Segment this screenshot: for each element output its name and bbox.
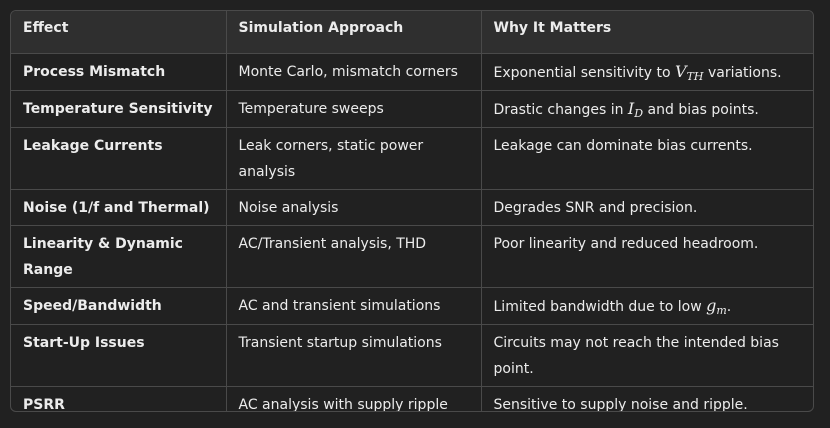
cell-why: Sensitive to supply noise and ripple.: [493, 397, 748, 412]
table-row: Speed/Bandwidth AC and transient simulat…: [11, 287, 813, 325]
cell-approach: Temperature sweeps: [226, 90, 482, 128]
math-subscript: D: [634, 107, 644, 120]
why-text-post: .: [726, 299, 732, 315]
math-base: g: [706, 296, 717, 315]
cell-why: Limited bandwidth due to low gm.: [481, 287, 813, 325]
cell-effect: PSRR: [11, 386, 227, 411]
table-header-row: Effect Simulation Approach Why It Matter…: [11, 11, 813, 54]
cell-approach: AC and transient simulations: [226, 287, 482, 325]
cell-effect: Speed/Bandwidth: [11, 287, 227, 325]
cell-approach: Monte Carlo, mismatch corners: [226, 53, 482, 91]
cell-why: Degrades SNR and precision.: [481, 189, 813, 226]
header-simulation-approach: Simulation Approach: [226, 11, 482, 54]
table-container: Effect Simulation Approach Why It Matter…: [10, 10, 814, 412]
cell-approach: AC analysis with supply ripple: [226, 386, 482, 411]
cell-why: Leakage can dominate bias currents.: [481, 127, 813, 190]
math-subscript: m: [716, 304, 727, 317]
header-why-it-matters: Why It Matters: [481, 11, 813, 54]
why-text-post: variations.: [703, 65, 782, 81]
table-row: Temperature Sensitivity Temperature swee…: [11, 90, 813, 128]
math-subscript: TH: [686, 70, 704, 83]
why-text-pre: Drastic changes in: [493, 102, 628, 118]
cell-effect: Noise (1/f and Thermal): [11, 189, 227, 226]
why-text-pre: Exponential sensitivity to: [493, 65, 675, 81]
why-text-post: and bias points.: [643, 102, 759, 118]
cell-approach: Noise analysis: [226, 189, 482, 226]
cell-why: Poor linearity and reduced headroom.: [481, 225, 813, 288]
table-row: Start-Up Issues Transient startup simula…: [11, 324, 813, 387]
cell-effect: Leakage Currents: [11, 127, 227, 190]
cell-why: Circuits may not reach the intended bias…: [481, 324, 813, 387]
table-row: Linearity & Dynamic Range AC/Transient a…: [11, 225, 813, 288]
math-symbol: VTH: [675, 62, 704, 83]
table-row: Leakage Currents Leak corners, static po…: [11, 127, 813, 190]
table-row: PSRR AC analysis with supply ripple Sens…: [11, 386, 813, 412]
effects-table: Effect Simulation Approach Why It Matter…: [11, 11, 813, 412]
math-symbol: gm: [706, 296, 727, 317]
cell-effect: Linearity & Dynamic Range: [11, 225, 227, 288]
cell-effect: Process Mismatch: [11, 53, 227, 91]
cell-approach: Transient startup simulations: [226, 324, 482, 387]
cell-why: Drastic changes in ID and bias points.: [481, 90, 813, 128]
table-row: Noise (1/f and Thermal) Noise analysis D…: [11, 189, 813, 226]
cell-approach: AC/Transient analysis, THD: [226, 225, 482, 288]
cell-why: Exponential sensitivity to VTH variation…: [481, 53, 813, 91]
math-base: V: [675, 62, 687, 81]
why-text-pre: Limited bandwidth due to low: [493, 299, 707, 315]
math-symbol: ID: [628, 99, 644, 120]
header-effect: Effect: [11, 11, 227, 54]
cell-effect: Temperature Sensitivity: [11, 90, 227, 128]
cell-approach: Leak corners, static power analysis: [226, 127, 482, 190]
cell-effect: Start-Up Issues: [11, 324, 227, 387]
table-row: Process Mismatch Monte Carlo, mismatch c…: [11, 53, 813, 91]
